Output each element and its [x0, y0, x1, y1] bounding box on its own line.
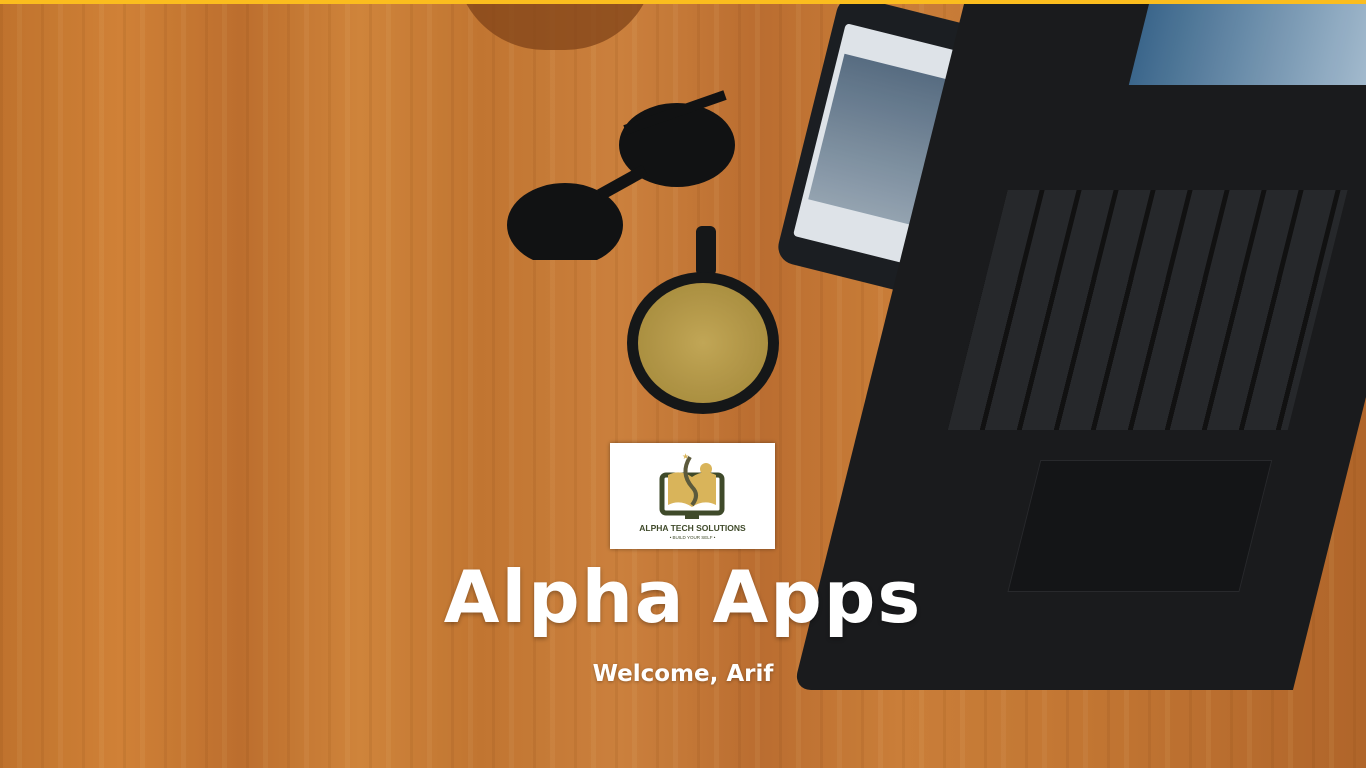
app-title: Alpha Apps	[443, 555, 923, 639]
accent-top-bar	[0, 0, 1366, 4]
background-overlay	[0, 0, 1366, 768]
company-logo: ★ ALPHA TECH SOLUTIONS • BUILD YOUR SELF…	[610, 443, 775, 549]
welcome-message: Welcome, Arif	[592, 661, 774, 687]
svg-text:ALPHA TECH SOLUTIONS: ALPHA TECH SOLUTIONS	[639, 523, 746, 533]
logo-emblem-icon: ★ ALPHA TECH SOLUTIONS • BUILD YOUR SELF…	[639, 452, 746, 540]
svg-text:• BUILD YOUR SELF •: • BUILD YOUR SELF •	[670, 535, 716, 540]
svg-text:★: ★	[682, 452, 689, 461]
